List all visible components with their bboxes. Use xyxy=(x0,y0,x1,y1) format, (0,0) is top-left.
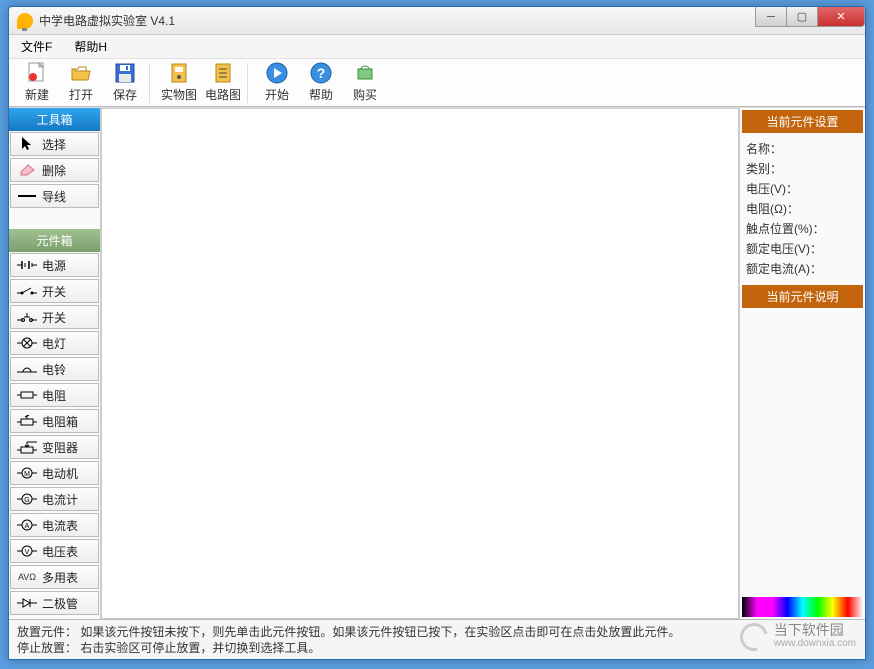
app-icon xyxy=(17,13,33,29)
prop-voltage: 电压(V)： xyxy=(746,179,859,199)
multimeter-icon: AVΩ xyxy=(14,572,40,582)
window-title: 中学电路虚拟实验室 V4.1 xyxy=(39,12,175,29)
open-button[interactable]: 打开 xyxy=(59,61,103,105)
component-multimeter[interactable]: AVΩ 多用表 xyxy=(10,565,99,589)
ammeter-icon: A xyxy=(14,519,40,531)
svg-text:V: V xyxy=(25,549,30,556)
componentbox-header: 元件箱 xyxy=(9,229,100,252)
toolbar-separator xyxy=(247,63,253,103)
status-line-2: 停止放置： 右击实验区可停止放置，并切换到选择工具。 xyxy=(17,640,857,656)
titlebar[interactable]: 中学电路虚拟实验室 V4.1 ─ ▢ ✕ xyxy=(9,7,865,35)
left-panel: 工具箱 选择 删除 导线 元件箱 电源 开关 xyxy=(9,108,101,619)
new-icon xyxy=(26,62,48,84)
buy-icon xyxy=(354,62,376,84)
watermark-url: www.downxia.com xyxy=(774,637,856,651)
component-voltmeter[interactable]: V 电压表 xyxy=(10,539,99,563)
right-panel: 当前元件设置 名称： 类别： 电压(V)： 电阻(Ω)： 触点位置(%)： 额定… xyxy=(739,108,865,619)
voltmeter-icon: V xyxy=(14,545,40,557)
help-button[interactable]: ? 帮助 xyxy=(299,61,343,105)
help-icon: ? xyxy=(310,62,332,84)
window-buttons: ─ ▢ ✕ xyxy=(756,7,865,27)
canvas-area[interactable] xyxy=(101,108,739,619)
tool-wire[interactable]: 导线 xyxy=(10,184,99,208)
component-diode[interactable]: 二极管 xyxy=(10,591,99,615)
component-switch-knife[interactable]: 开关 xyxy=(10,279,99,303)
component-motor[interactable]: M 电动机 xyxy=(10,461,99,485)
component-power[interactable]: 电源 xyxy=(10,253,99,277)
start-button[interactable]: 开始 xyxy=(255,61,299,105)
motor-icon: M xyxy=(14,467,40,479)
watermark-logo-icon xyxy=(735,618,773,656)
color-picker[interactable] xyxy=(742,597,863,617)
svg-text:?: ? xyxy=(317,65,326,81)
maximize-button[interactable]: ▢ xyxy=(786,7,818,27)
galvanometer-icon: G xyxy=(14,493,40,505)
component-bell[interactable]: 电铃 xyxy=(10,357,99,381)
open-icon xyxy=(70,62,92,84)
svg-text:M: M xyxy=(24,471,30,478)
menu-help[interactable]: 帮助H xyxy=(68,36,113,57)
diode-icon xyxy=(14,597,40,609)
prop-rated-a: 额定电流(A)： xyxy=(746,259,859,279)
component-switch-button[interactable]: 开关 xyxy=(10,305,99,329)
switch-knife-icon xyxy=(14,286,40,296)
app-window: 中学电路虚拟实验室 V4.1 ─ ▢ ✕ 文件F 帮助H 新建 打开 保存 实物… xyxy=(8,6,866,660)
toolbar-separator xyxy=(149,63,155,103)
buy-button[interactable]: 购买 xyxy=(343,61,387,105)
watermark: 当下软件园 www.downxia.com xyxy=(740,623,856,651)
component-lamp[interactable]: 电灯 xyxy=(10,331,99,355)
tool-select[interactable]: 选择 xyxy=(10,132,99,156)
desc-header: 当前元件说明 xyxy=(742,285,863,308)
menubar: 文件F 帮助H xyxy=(9,35,865,59)
start-icon xyxy=(266,62,288,84)
prop-contact: 触点位置(%)： xyxy=(746,219,859,239)
close-button[interactable]: ✕ xyxy=(817,7,865,27)
prop-rated-v: 额定电压(V)： xyxy=(746,239,859,259)
resistor-icon xyxy=(14,390,40,400)
menu-file[interactable]: 文件F xyxy=(15,36,58,57)
statusbar: 放置元件： 如果该元件按钮未按下，则先单击此元件按钮。如果该元件按钮已按下，在实… xyxy=(9,619,865,659)
eraser-icon xyxy=(14,164,40,176)
toolbar: 新建 打开 保存 实物图 电路图 开始 ? 帮助 购买 xyxy=(9,59,865,107)
circuit-view-button[interactable]: 电路图 xyxy=(201,61,245,105)
prop-name: 名称： xyxy=(746,139,859,159)
prop-resistance: 电阻(Ω)： xyxy=(746,199,859,219)
switch-button-icon xyxy=(14,311,40,323)
real-view-icon xyxy=(168,62,190,84)
component-resistor[interactable]: 电阻 xyxy=(10,383,99,407)
prop-type: 类别： xyxy=(746,159,859,179)
lamp-icon xyxy=(14,337,40,349)
save-icon xyxy=(114,62,136,84)
content-area: 工具箱 选择 删除 导线 元件箱 电源 开关 xyxy=(9,107,865,619)
save-button[interactable]: 保存 xyxy=(103,61,147,105)
svg-text:A: A xyxy=(25,523,30,530)
resistor-box-icon xyxy=(14,415,40,427)
wire-icon xyxy=(14,193,40,199)
tool-delete[interactable]: 删除 xyxy=(10,158,99,182)
component-resistor-box[interactable]: 电阻箱 xyxy=(10,409,99,433)
component-ammeter[interactable]: A 电流表 xyxy=(10,513,99,537)
bell-icon xyxy=(14,363,40,375)
rheostat-icon xyxy=(14,440,40,454)
svg-text:G: G xyxy=(24,497,29,504)
battery-icon xyxy=(14,260,40,270)
component-galvanometer[interactable]: G 电流计 xyxy=(10,487,99,511)
status-line-1: 放置元件： 如果该元件按钮未按下，则先单击此元件按钮。如果该元件按钮已按下，在实… xyxy=(17,624,857,640)
property-list: 名称： 类别： 电压(V)： 电阻(Ω)： 触点位置(%)： 额定电压(V)： … xyxy=(740,135,865,283)
toolbox-header: 工具箱 xyxy=(9,108,100,131)
settings-header: 当前元件设置 xyxy=(742,110,863,133)
component-rheostat[interactable]: 变阻器 xyxy=(10,435,99,459)
watermark-name: 当下软件园 xyxy=(774,623,856,637)
minimize-button[interactable]: ─ xyxy=(755,7,787,27)
real-view-button[interactable]: 实物图 xyxy=(157,61,201,105)
cursor-icon xyxy=(14,136,40,152)
new-button[interactable]: 新建 xyxy=(15,61,59,105)
circuit-view-icon xyxy=(212,62,234,84)
